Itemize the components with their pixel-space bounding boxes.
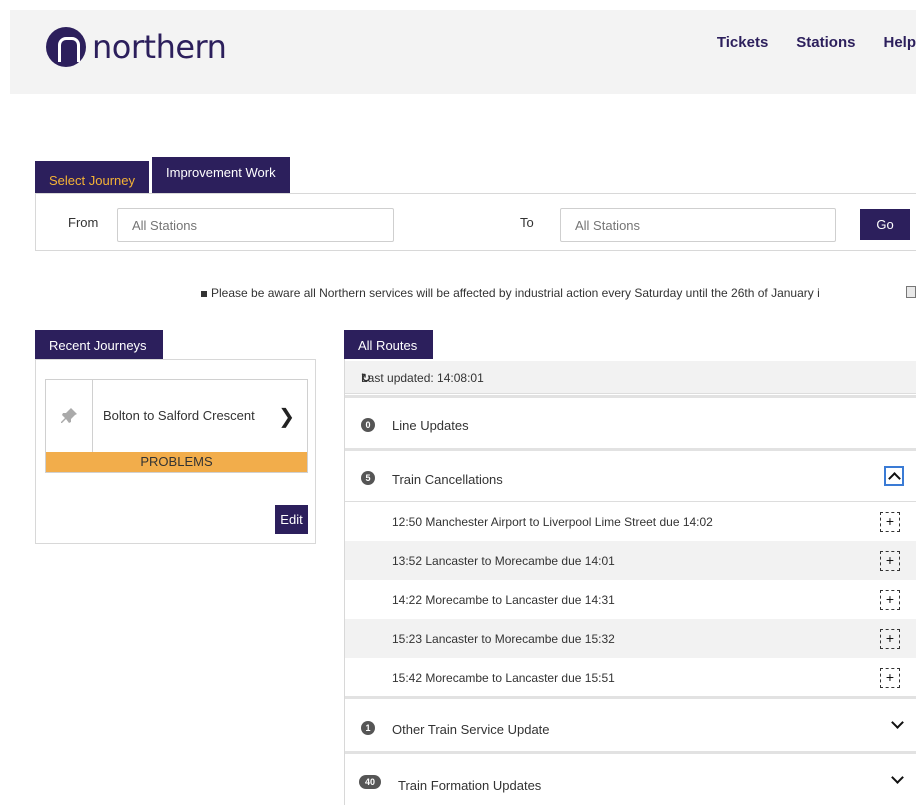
tab-recent-journeys[interactable]: Recent Journeys (35, 330, 163, 360)
to-station-input[interactable] (560, 208, 836, 242)
plus-icon[interactable]: + (880, 551, 900, 571)
northern-logo[interactable]: northern (46, 27, 227, 67)
cancellation-row: 12:50 Manchester Airport to Liverpool Li… (345, 502, 916, 541)
from-label: From (68, 215, 99, 230)
cancellation-row: 15:23 Lancaster to Morecambe due 15:32 + (345, 619, 916, 658)
tab-improvement-work[interactable]: Improvement Work (152, 157, 290, 193)
section-other-train-service-update[interactable]: 1 Other Train Service Update (345, 696, 916, 752)
pause-icon[interactable] (906, 286, 916, 298)
cancellation-row: 15:42 Morecambe to Lancaster due 15:51 + (345, 658, 916, 697)
chevron-down-icon[interactable] (891, 716, 904, 729)
last-updated-bar: Last updated: 14:08:01 ↻ (345, 361, 916, 394)
recent-journey-card[interactable]: Bolton to Salford Crescent ❯ PROBLEMS (45, 379, 308, 473)
northern-logo-icon (46, 27, 86, 67)
plus-icon[interactable]: + (880, 590, 900, 610)
nav-stations[interactable]: Stations (796, 34, 855, 51)
count-badge: 5 (361, 471, 375, 485)
nav-tickets[interactable]: Tickets (717, 34, 768, 51)
bullet-icon (201, 290, 207, 297)
section-title: Train Formation Updates (398, 778, 542, 793)
edit-button[interactable]: Edit (275, 505, 308, 534)
section-title: Other Train Service Update (392, 722, 550, 737)
chevron-down-icon[interactable] (891, 771, 904, 784)
main-nav: Tickets Stations Help (717, 34, 916, 51)
section-train-cancellations[interactable]: 5 Train Cancellations (345, 448, 916, 502)
section-title: Line Updates (392, 418, 469, 433)
to-label: To (520, 215, 534, 230)
notice-text: Please be aware all Northern services wi… (211, 286, 820, 300)
tab-select-journey[interactable]: Select Journey (35, 161, 149, 194)
section-train-formation-updates[interactable]: 40 Train Formation Updates (345, 751, 916, 805)
count-badge: 40 (359, 775, 381, 789)
cancellation-text: 15:23 Lancaster to Morecambe due 15:32 (392, 632, 615, 646)
cancellation-text: 12:50 Manchester Airport to Liverpool Li… (392, 515, 713, 529)
status-badge: PROBLEMS (46, 452, 307, 472)
section-title: Train Cancellations (392, 472, 503, 487)
plus-icon[interactable]: + (880, 512, 900, 532)
pin-cell[interactable] (46, 380, 93, 452)
refresh-icon[interactable]: ↻ (361, 371, 904, 385)
cancellation-text: 13:52 Lancaster to Morecambe due 14:01 (392, 554, 615, 568)
plus-icon[interactable]: + (880, 629, 900, 649)
recent-journey-title: Bolton to Salford Crescent (103, 408, 255, 423)
plus-icon[interactable]: + (880, 668, 900, 688)
cancellation-row: 14:22 Morecambe to Lancaster due 14:31 + (345, 580, 916, 619)
cancellation-text: 15:42 Morecambe to Lancaster due 15:51 (392, 671, 615, 685)
tab-all-routes[interactable]: All Routes (344, 330, 433, 360)
from-station-input[interactable] (117, 208, 394, 242)
count-badge: 1 (361, 721, 375, 735)
cancellation-row: 13:52 Lancaster to Morecambe due 14:01 + (345, 541, 916, 580)
nav-help[interactable]: Help (883, 34, 916, 51)
go-button[interactable]: Go (860, 209, 910, 240)
section-line-updates[interactable]: 0 Line Updates (345, 395, 916, 447)
service-notice: Please be aware all Northern services wi… (201, 286, 820, 300)
chevron-up-icon[interactable] (884, 466, 904, 486)
count-badge: 0 (361, 418, 375, 432)
cancellation-text: 14:22 Morecambe to Lancaster due 14:31 (392, 593, 615, 607)
pin-icon (61, 408, 77, 423)
site-header: northern Tickets Stations Help (10, 10, 916, 94)
chevron-right-icon[interactable]: ❯ (278, 404, 295, 429)
logo-text: northern (92, 28, 227, 66)
